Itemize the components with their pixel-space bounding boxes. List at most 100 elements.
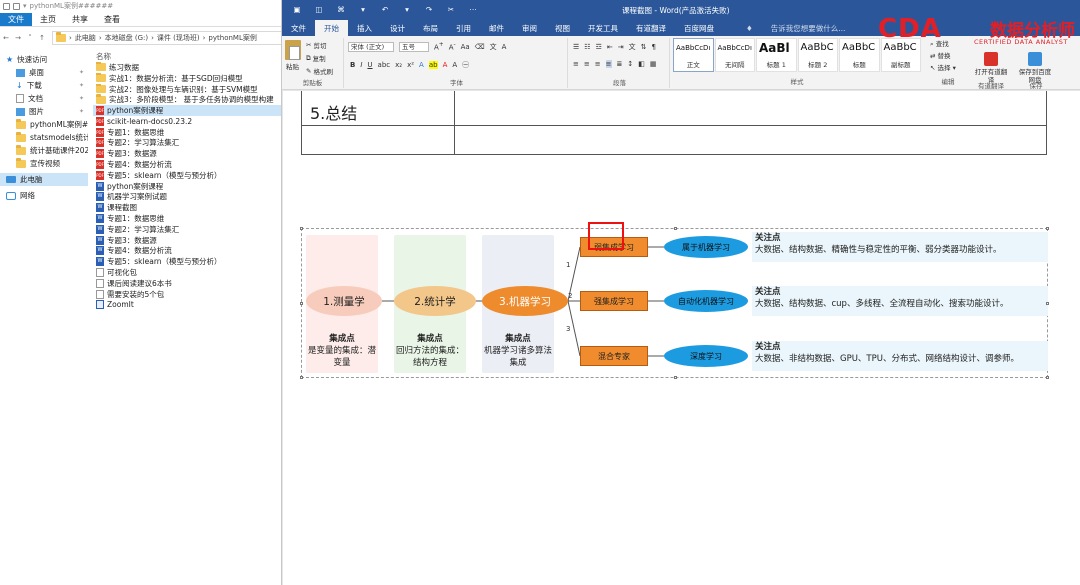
- tab-home[interactable]: 开始: [315, 20, 348, 36]
- new-folder-icon[interactable]: [13, 2, 20, 10]
- highlight-icon[interactable]: ab: [428, 61, 438, 69]
- section-heading[interactable]: 5.总结: [310, 100, 357, 124]
- nav-pictures[interactable]: 图片 ✦: [0, 105, 88, 118]
- style-normal[interactable]: AaBbCcDı 正文: [673, 38, 714, 72]
- nav-desktop[interactable]: 桌面 ✦: [0, 66, 88, 79]
- save-icon[interactable]: ▣: [292, 5, 302, 14]
- nav-stats-basics[interactable]: 统计基础课件2021: [0, 144, 88, 157]
- chinese-layout-icon[interactable]: 文: [629, 42, 636, 52]
- chevron-down-icon[interactable]: ˅: [24, 34, 36, 42]
- subscript-icon[interactable]: x₂: [395, 61, 402, 69]
- underline-icon[interactable]: U: [367, 61, 372, 69]
- strikethrough-icon[interactable]: abc: [378, 61, 391, 69]
- tab-mailings[interactable]: 邮件: [480, 20, 513, 36]
- branch-oval-automl[interactable]: 自动化机器学习: [664, 290, 748, 312]
- tab-review[interactable]: 审阅: [513, 20, 546, 36]
- forward-arrow-icon[interactable]: →: [12, 34, 24, 42]
- tab-insert[interactable]: 插入: [348, 20, 381, 36]
- multilevel-icon[interactable]: ☲: [596, 43, 602, 51]
- enclose-char-icon[interactable]: ㊀: [462, 60, 469, 70]
- grow-font-icon[interactable]: A+: [434, 42, 444, 51]
- file-list-item[interactable]: PDF 专题3：数据源: [93, 148, 281, 159]
- cut-button[interactable]: ✂ 剪切: [306, 40, 326, 50]
- file-list-item[interactable]: Wpython案例课程: [93, 181, 281, 192]
- document-page[interactable]: 5.总结 1.测量学 2.统计学 3.机器学习 集成点 是变量的集成：潜变量 集成…: [283, 91, 1080, 585]
- more-icon[interactable]: ⋯: [468, 5, 478, 14]
- resize-handle[interactable]: [1046, 376, 1049, 379]
- char-shading-icon[interactable]: A: [452, 61, 457, 69]
- change-case-icon[interactable]: Aa: [461, 43, 470, 51]
- style-heading-2[interactable]: AaBbC 标题 2: [797, 38, 838, 72]
- superscript-icon[interactable]: x²: [407, 61, 414, 69]
- resize-handle[interactable]: [300, 376, 303, 379]
- file-list-item[interactable]: PDF 专题4：数据分析流: [93, 159, 281, 170]
- resize-handle[interactable]: [1046, 302, 1049, 305]
- format-painter-button[interactable]: ✎ 格式刷: [306, 66, 333, 76]
- tab-share[interactable]: 共享: [64, 13, 96, 26]
- phonetic-icon[interactable]: 文: [490, 42, 497, 52]
- justify-icon[interactable]: ≡: [605, 60, 612, 68]
- breadcrumb-this-pc[interactable]: 此电脑: [75, 33, 96, 43]
- customize-icon[interactable]: ⌘: [336, 5, 346, 14]
- file-list-item[interactable]: W 机器学习案例试题: [93, 192, 281, 203]
- nav-pythonml[interactable]: pythonML案例##: [0, 118, 88, 131]
- file-list-item[interactable]: 练习数据: [93, 62, 281, 73]
- file-list-item[interactable]: 课后阅读建议6本书: [93, 278, 281, 289]
- style-no-spacing[interactable]: AaBbCcDı 无间隔: [714, 38, 755, 72]
- tab-view[interactable]: 视图: [546, 20, 579, 36]
- branch-oval-ml[interactable]: 属于机器学习: [664, 236, 748, 258]
- back-arrow-icon[interactable]: ←: [0, 34, 12, 42]
- shrink-font-icon[interactable]: A-: [449, 42, 456, 51]
- align-center-icon[interactable]: ≡: [584, 60, 590, 68]
- tab-references[interactable]: 引用: [447, 20, 480, 36]
- file-list-item[interactable]: 需要安装的5个包: [93, 289, 281, 300]
- bullets-icon[interactable]: ☰: [573, 43, 579, 51]
- tab-view[interactable]: 查看: [96, 13, 128, 26]
- numbering-icon[interactable]: ☷: [584, 43, 590, 51]
- file-list-item[interactable]: W 课程截图: [93, 202, 281, 213]
- nav-this-pc[interactable]: 此电脑: [0, 173, 88, 186]
- resize-handle[interactable]: [674, 376, 677, 379]
- line-spacing-icon[interactable]: ↕: [627, 60, 633, 68]
- font-name-select[interactable]: 宋体 (正文): [348, 42, 394, 52]
- show-marks-icon[interactable]: ¶: [651, 43, 655, 51]
- sort-icon[interactable]: ⇅: [641, 43, 647, 51]
- branch-box-strong-ensemble[interactable]: 强集成学习: [580, 291, 648, 311]
- stage-oval-machine-learning[interactable]: 3.机器学习: [482, 286, 568, 316]
- file-list-item[interactable]: 实战2：图像处理与车辆识别：基于SVM模型: [93, 83, 281, 95]
- text-effects-icon[interactable]: A: [419, 61, 424, 69]
- bold-icon[interactable]: B: [350, 61, 355, 69]
- nav-downloads[interactable]: ↓ 下载 ✦: [0, 79, 88, 92]
- chevron-down-icon[interactable]: ▾: [402, 5, 412, 14]
- stage-oval-measurement[interactable]: 1.测量学: [306, 286, 382, 316]
- tab-file[interactable]: 文件: [282, 20, 315, 36]
- file-list-item[interactable]: W 专题4：数据分析流: [93, 246, 281, 257]
- tab-youdao[interactable]: 有道翻译: [627, 20, 675, 36]
- tab-home[interactable]: 主页: [32, 13, 64, 26]
- italic-icon[interactable]: I: [360, 61, 362, 69]
- file-list-item[interactable]: W 专题5：sklearn（模型与预分析）: [93, 256, 281, 267]
- address-path[interactable]: › 此电脑 › 本地磁盘 (G:) › 课件 (现场班) › pythonML案…: [52, 31, 281, 45]
- chevron-down-icon[interactable]: ▾: [23, 2, 27, 10]
- file-list-item[interactable]: 实战1：数据分析流：基于SGD回归模型: [93, 72, 281, 84]
- tab-file[interactable]: 文件: [0, 13, 32, 26]
- paste-button[interactable]: 粘贴: [286, 61, 299, 71]
- file-list-item[interactable]: W 专题2：学习算法集汇: [93, 224, 281, 235]
- nav-promo-video[interactable]: 宣传视频: [0, 157, 88, 170]
- breadcrumb-current[interactable]: pythonML案例: [208, 33, 256, 43]
- font-color-icon[interactable]: A: [443, 61, 448, 69]
- file-list-item[interactable]: PDF 专题5：sklearn（模型与预分析）: [93, 170, 281, 181]
- tab-developer[interactable]: 开发工具: [579, 20, 627, 36]
- resize-handle[interactable]: [300, 227, 303, 230]
- increase-indent-icon[interactable]: ⇥: [618, 43, 624, 51]
- column-header-name[interactable]: 名称: [93, 50, 281, 62]
- borders-icon[interactable]: ▦: [650, 60, 657, 68]
- align-right-icon[interactable]: ≡: [595, 60, 601, 68]
- file-list-item[interactable]: ZoomIt: [93, 300, 281, 311]
- screenshot-icon[interactable]: ✂: [446, 5, 456, 14]
- nav-network[interactable]: 网络: [0, 189, 88, 202]
- select-button[interactable]: ↖ 选择 ▾: [930, 62, 956, 74]
- file-list-item[interactable]: PDF 专题1：数据思维: [93, 127, 281, 138]
- style-heading-1[interactable]: AaBl 标题 1: [756, 38, 797, 72]
- breadcrumb-courseware[interactable]: 课件 (现场班): [157, 33, 200, 43]
